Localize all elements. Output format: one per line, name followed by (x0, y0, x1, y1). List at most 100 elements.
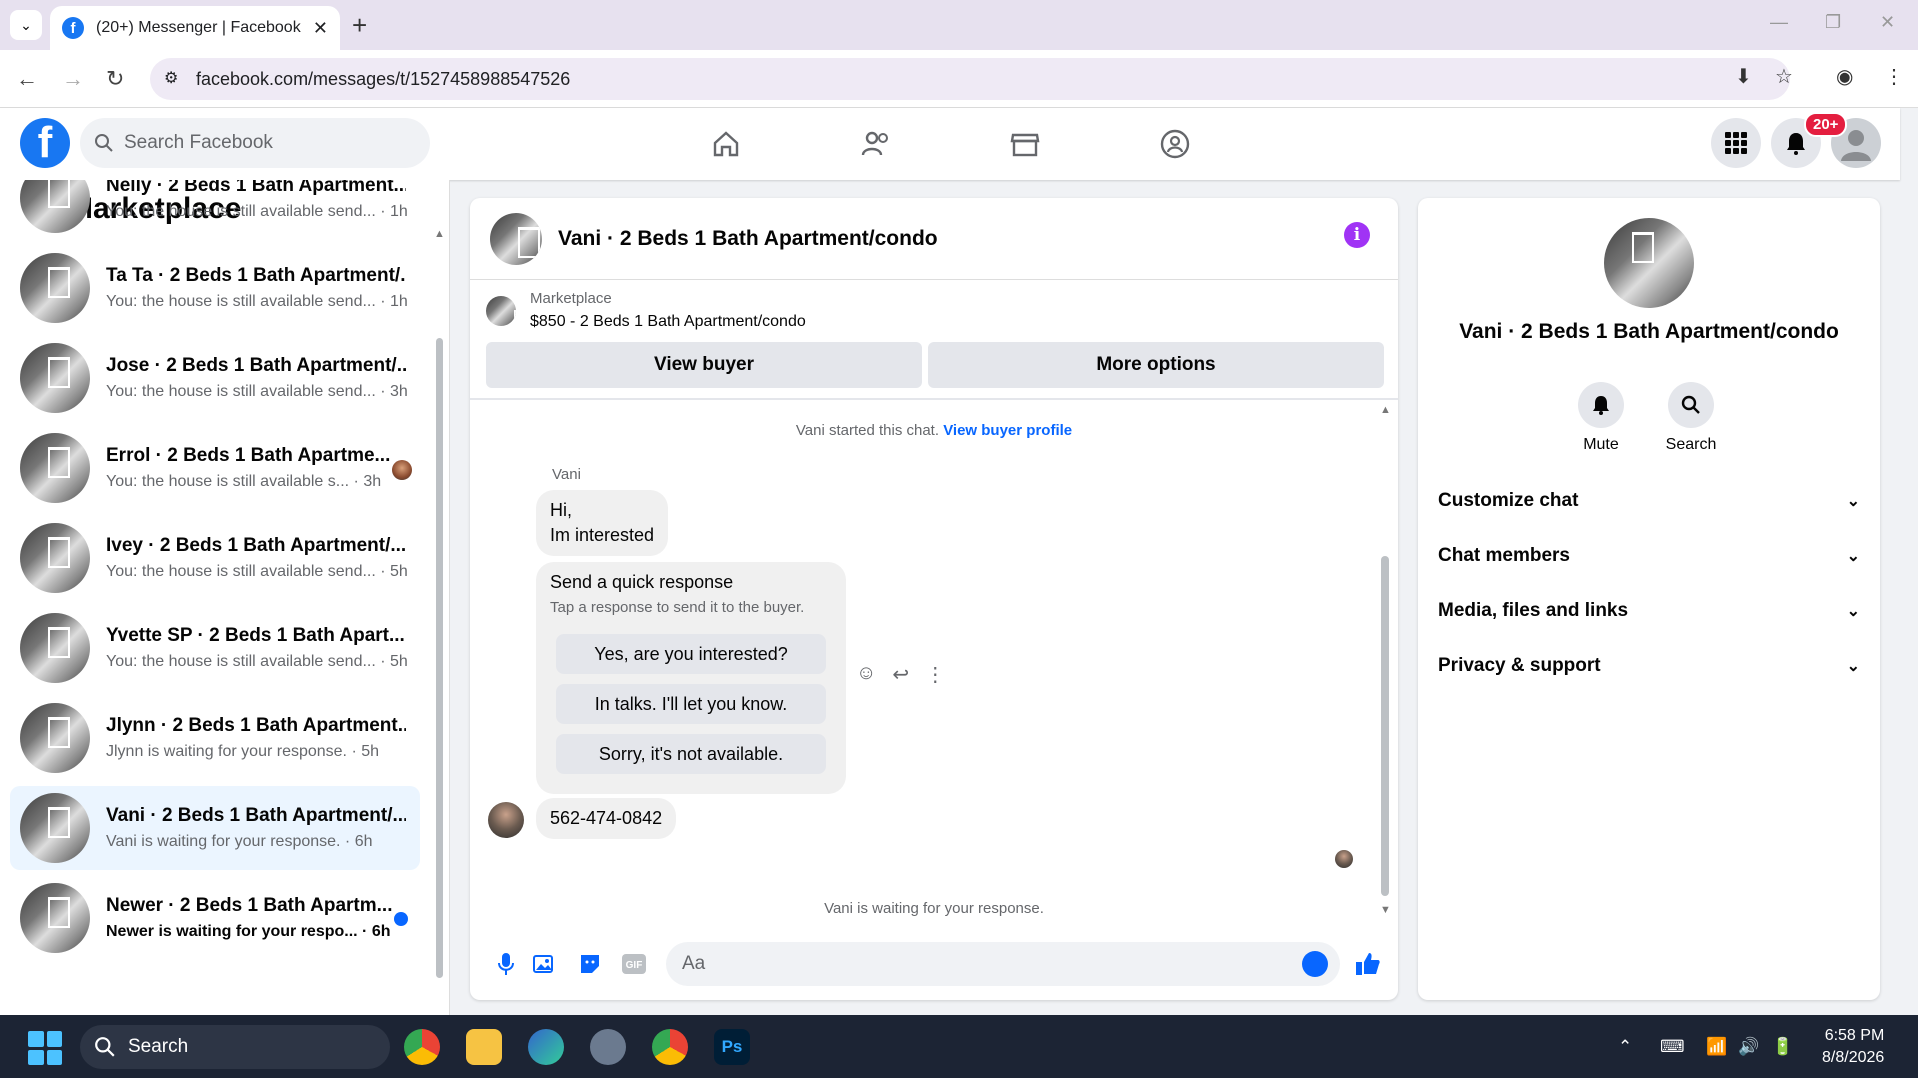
tray-chevron-icon[interactable]: ⌃ (1618, 1037, 1632, 1057)
chat-avatar[interactable] (490, 212, 542, 265)
chat-scrollbar[interactable]: ▲ ▼ (1378, 404, 1392, 916)
chat-title[interactable]: Vani · 2 Beds 1 Bath Apartment/condo (558, 227, 938, 251)
conversation-name: Jlynn · 2 Beds 1 Bath Apartment... (106, 715, 406, 736)
mute-button[interactable]: Mute (1556, 382, 1646, 454)
conversation-item[interactable]: Jose · 2 Beds 1 Bath Apartment/... You: t… (10, 336, 420, 420)
taskbar-clock[interactable]: 6:58 PM 8/8/2026 (1822, 1025, 1884, 1069)
message-input[interactable]: Aa (666, 942, 1340, 986)
new-tab-button[interactable]: + (352, 10, 367, 41)
conversation-name: Nelly · 2 Beds 1 Bath Apartment... (106, 180, 406, 196)
quick-response-option[interactable]: Yes, are you interested? (556, 634, 826, 674)
edge-app-icon[interactable] (528, 1029, 564, 1065)
conversation-preview: Vani is waiting for your response. · 6h (106, 833, 373, 850)
settings-app-icon[interactable] (590, 1029, 626, 1065)
groups-icon[interactable] (1155, 124, 1195, 164)
scrollbar-thumb[interactable] (436, 338, 443, 978)
conversation-item[interactable]: Errol · 2 Beds 1 Bath Apartme... You: the… (10, 426, 420, 510)
chat-members-section[interactable]: Chat members ⌄ (1438, 545, 1860, 567)
listing-thumbnail (20, 613, 90, 683)
address-bar[interactable]: ⚙ facebook.com/messages/t/15274589885475… (150, 58, 1790, 100)
conversation-item[interactable]: Vani · 2 Beds 1 Bath Apartment/... Vani i… (10, 786, 420, 870)
customize-chat-section[interactable]: Customize chat ⌄ (1438, 490, 1860, 512)
sticker-icon[interactable] (576, 950, 604, 978)
notification-count-badge: 20+ (1804, 112, 1848, 137)
volume-icon[interactable]: 🔊 (1738, 1037, 1759, 1057)
message-bubble[interactable]: Hi, Im interested (536, 490, 669, 556)
details-avatar[interactable] (1604, 218, 1694, 308)
wifi-icon[interactable]: 📶 (1706, 1037, 1727, 1057)
profile-icon[interactable]: ◉ (1836, 64, 1853, 89)
emoji-icon[interactable] (1302, 951, 1328, 977)
view-buyer-button[interactable]: View buyer (486, 342, 922, 388)
restore-icon[interactable]: ❐ (1825, 12, 1841, 33)
facebook-logo[interactable]: f (20, 118, 70, 168)
back-icon[interactable]: ← (16, 66, 38, 92)
conversation-name: Jose · 2 Beds 1 Bath Apartment/... (106, 355, 406, 376)
view-buyer-profile-link[interactable]: View buyer profile (943, 422, 1072, 439)
chrome-app-icon[interactable] (404, 1029, 440, 1065)
menu-grid-icon[interactable] (1711, 118, 1761, 168)
seen-avatar (392, 460, 412, 480)
message-line: Hi, (550, 500, 572, 520)
like-thumb-icon[interactable] (1354, 950, 1382, 978)
conversation-item[interactable]: Nelly · 2 Beds 1 Bath Apartment... You: t… (10, 180, 420, 240)
chevron-down-icon: ⌄ (1846, 603, 1860, 620)
search-label: Search (1665, 436, 1717, 453)
started-text: Vani started this chat. (795, 422, 940, 439)
reply-icon[interactable]: ↩ (892, 662, 909, 687)
quick-response-option[interactable]: In talks. I'll let you know. (556, 684, 826, 724)
forward-icon[interactable]: → (62, 66, 84, 92)
windows-start-icon[interactable] (28, 1031, 62, 1065)
message-composer: GIF Aa (470, 936, 1398, 992)
keyboard-icon[interactable]: ⌨ (1660, 1037, 1685, 1057)
conversation-item[interactable]: Newer · 2 Beds 1 Bath Apartm... Newer is … (10, 876, 420, 960)
gif-icon[interactable]: GIF (620, 950, 648, 978)
search-conversation-button[interactable]: Search (1646, 382, 1736, 454)
privacy-support-section[interactable]: Privacy & support ⌄ (1438, 655, 1860, 677)
info-icon[interactable]: i (1344, 222, 1370, 248)
photo-icon[interactable] (530, 950, 558, 978)
scrollbar-thumb[interactable] (1381, 556, 1389, 896)
listing-summary[interactable]: Marketplace $850 - 2 Beds 1 Bath Apartme… (486, 290, 806, 331)
site-settings-icon[interactable]: ⚙ (164, 68, 178, 88)
react-emoji-icon[interactable]: ☺ (856, 662, 876, 687)
photoshop-app-icon[interactable]: Ps (714, 1029, 750, 1065)
search-placeholder: Search Facebook (124, 132, 273, 153)
sender-name: Vani (552, 466, 581, 483)
sender-avatar[interactable] (488, 802, 524, 838)
reload-icon[interactable]: ↻ (106, 66, 124, 92)
minimize-icon[interactable]: — (1770, 12, 1788, 33)
tab-search-button[interactable]: ⌄ (10, 10, 42, 40)
chrome-menu-icon[interactable]: ⋮ (1884, 64, 1904, 89)
chrome-profile-app-icon[interactable] (652, 1029, 688, 1065)
close-window-icon[interactable]: ✕ (1880, 12, 1895, 33)
more-icon[interactable]: ⋮ (925, 662, 945, 687)
home-icon[interactable] (706, 124, 746, 164)
marketplace-icon[interactable] (1005, 124, 1045, 164)
windows-taskbar: Search Ps ⌃ ⌨ 📶 🔊 🔋 6:58 PM 8/8/2026 (0, 1015, 1918, 1078)
conversation-item[interactable]: Ivey · 2 Beds 1 Bath Apartment/... You: t… (10, 516, 420, 600)
listing-caption: Marketplace (530, 290, 612, 307)
section-label: Chat members (1438, 545, 1570, 566)
facebook-search-input[interactable]: Search Facebook (80, 118, 430, 168)
battery-icon[interactable]: 🔋 (1772, 1037, 1793, 1057)
media-files-links-section[interactable]: Media, files and links ⌄ (1438, 600, 1860, 622)
conversation-item[interactable]: Jlynn · 2 Beds 1 Bath Apartment... Jlynn … (10, 696, 420, 780)
sidebar-scrollbar[interactable]: ▲ ▼ (434, 228, 445, 1008)
close-tab-icon[interactable]: ✕ (313, 18, 328, 39)
friends-icon[interactable] (856, 124, 896, 164)
conversation-name: Ta Ta · 2 Beds 1 Bath Apartment/... (106, 265, 406, 286)
message-bubble[interactable]: 562-474-0842 (536, 798, 677, 839)
taskbar-search[interactable]: Search (80, 1025, 390, 1069)
conversation-item[interactable]: Yvette SP · 2 Beds 1 Bath Apart... You: t… (10, 606, 420, 690)
install-app-icon[interactable]: ⬇ (1735, 64, 1752, 89)
conversation-item[interactable]: Ta Ta · 2 Beds 1 Bath Apartment/... You: … (10, 246, 420, 330)
listing-thumbnail (20, 703, 90, 773)
page-scrollbar[interactable] (1902, 108, 1918, 1015)
file-explorer-icon[interactable] (466, 1029, 502, 1065)
bookmark-star-icon[interactable]: ☆ (1775, 64, 1793, 89)
microphone-icon[interactable] (492, 950, 520, 978)
quick-response-option[interactable]: Sorry, it's not available. (556, 734, 826, 774)
active-tab[interactable]: f (20+) Messenger | Facebook ✕ (50, 6, 340, 50)
more-options-button[interactable]: More options (928, 342, 1384, 388)
